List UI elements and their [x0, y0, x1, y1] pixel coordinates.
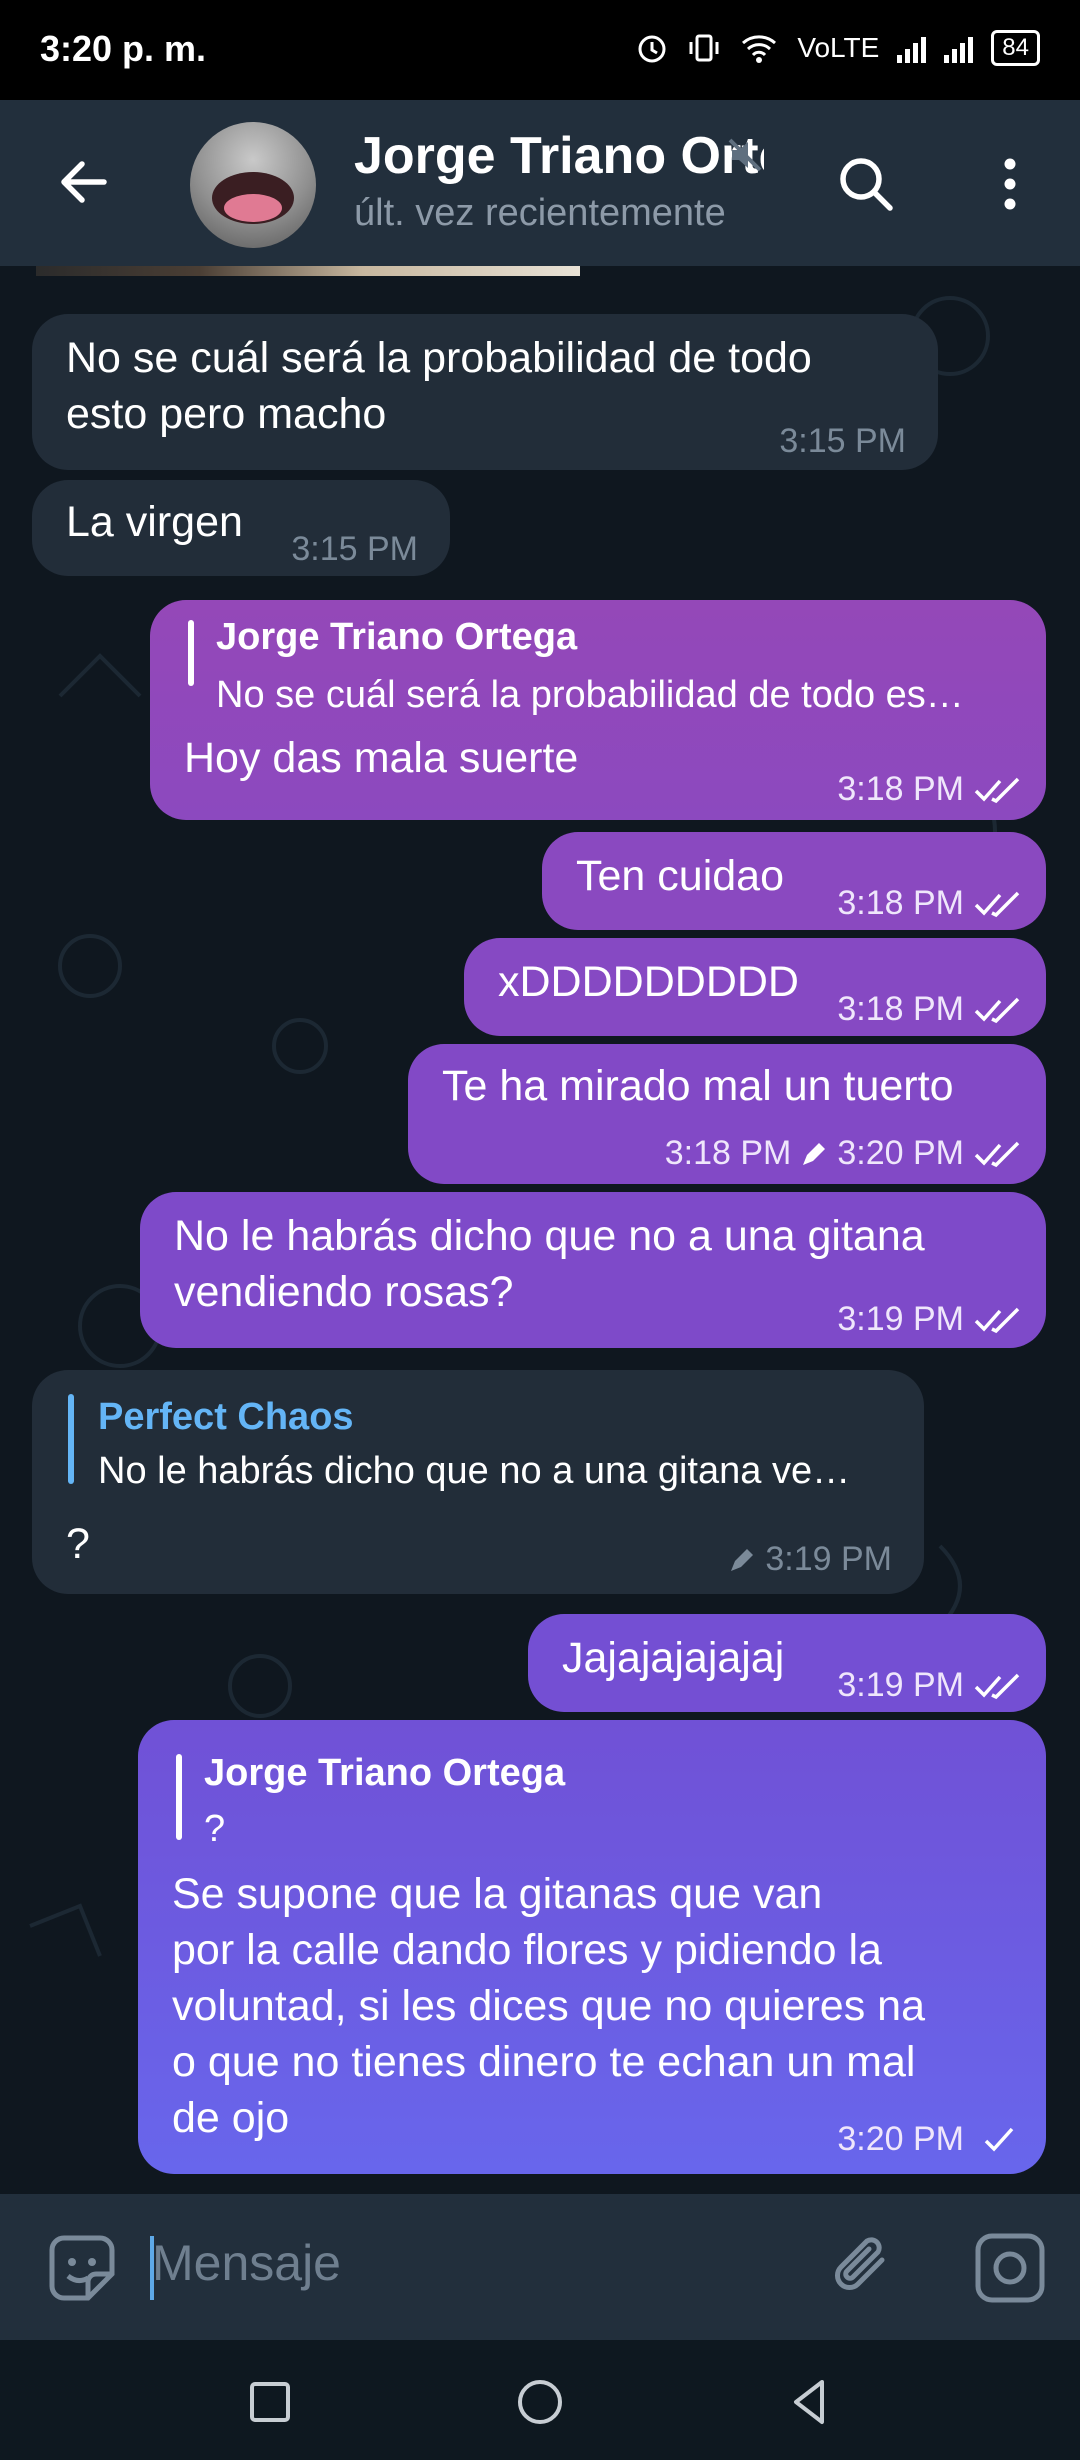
last-seen-status: últ. vez recientemente	[354, 192, 726, 234]
wifi-icon	[742, 35, 777, 63]
back-triangle-icon[interactable]	[782, 2374, 838, 2430]
muted-icon	[728, 138, 762, 172]
message-composer: Mensaje	[0, 2194, 1080, 2340]
emoji-sticker-icon[interactable]	[44, 2230, 120, 2306]
edited-pencil-icon	[803, 1142, 826, 1165]
message-bubble-outgoing[interactable]: Jorge Triano Ortega ? Se supone que la g…	[138, 1720, 1046, 2174]
message-bubble-incoming[interactable]: La virgen 3:15 PM	[32, 480, 450, 576]
message-text: de ojo	[172, 2094, 290, 2142]
message-bubble-outgoing[interactable]: Jajajajajajaj 3:19 PM	[528, 1614, 1046, 1712]
edited-pencil-icon	[731, 1548, 754, 1571]
reply-author[interactable]: Jorge Triano Ortega	[216, 616, 577, 659]
status-bar: 3:20 p. m. VoLTE 84	[0, 0, 1080, 100]
message-bubble-outgoing[interactable]: Jorge Triano Ortega No se cuál será la p…	[150, 600, 1046, 820]
network-label: VoLTE	[797, 32, 880, 63]
status-icons: VoLTE 84	[635, 30, 1040, 66]
message-time: 3:18 PM 3:20 PM	[665, 1134, 1026, 1173]
alarm-icon	[638, 35, 666, 63]
message-text: Se supone que la gitanas que van	[172, 1870, 823, 1918]
reply-preview[interactable]: ?	[204, 1808, 1004, 1851]
message-input[interactable]: Mensaje	[152, 2234, 341, 2292]
single-check-icon	[984, 2127, 1014, 2152]
reply-author[interactable]: Jorge Triano Ortega	[204, 1752, 565, 1795]
battery-indicator: 84	[991, 30, 1040, 66]
message-list[interactable]: No se cuál será la probabilidad de todo …	[0, 266, 1080, 2194]
message-bubble-outgoing[interactable]: No le habrás dicho que no a una gitana v…	[140, 1192, 1046, 1348]
message-text: Hoy das mala suerte	[184, 734, 579, 782]
message-time: 3:15 PM	[779, 422, 906, 460]
message-text: por la calle dando flores y pidiendo la	[172, 1926, 882, 1974]
message-bubble-incoming[interactable]: No se cuál será la probabilidad de todo …	[32, 314, 938, 470]
recents-square-icon[interactable]	[242, 2374, 298, 2430]
message-time: 3:19 PM	[837, 1666, 1026, 1705]
double-check-icon	[974, 997, 1020, 1023]
contact-name[interactable]: Jorge Triano Ortega	[354, 126, 764, 186]
message-text: Jajajajajajaj	[562, 1634, 785, 1682]
message-text: ?	[66, 1520, 90, 1568]
chat-header: Jorge Triano Ortega últ. vez recientemen…	[0, 100, 1080, 266]
system-navigation-bar	[0, 2340, 1080, 2460]
reply-preview[interactable]: No le habrás dicho que no a una gitana v…	[98, 1450, 898, 1493]
camera-icon[interactable]	[970, 2228, 1050, 2308]
back-arrow-icon[interactable]	[52, 150, 116, 214]
search-icon[interactable]	[834, 152, 898, 216]
message-text: Ten cuidao	[576, 852, 784, 900]
message-time: 3:19 PM	[837, 1300, 1026, 1339]
message-text: vendiendo rosas?	[174, 1268, 514, 1316]
status-time: 3:20 p. m.	[40, 28, 207, 69]
message-bubble-outgoing[interactable]: xDDDDDDDDD 3:18 PM	[464, 938, 1046, 1036]
message-time: 3:18 PM	[837, 990, 1026, 1029]
reply-quote-bar	[176, 1754, 182, 1840]
signal-icon	[897, 33, 927, 63]
signal-icon-2	[944, 33, 974, 63]
message-text: Te ha mirado mal un tuerto	[442, 1062, 954, 1110]
reply-quote-bar	[188, 620, 194, 686]
message-time: 3:18 PM	[837, 770, 1026, 809]
message-time: 3:15 PM	[291, 530, 418, 568]
message-time: 3:19 PM	[727, 1540, 892, 1579]
reply-quote-bar	[68, 1394, 74, 1484]
message-text: voluntad, si les dices que no quieres na	[172, 1982, 925, 2030]
message-text: No se cuál será la probabilidad de todo	[66, 334, 812, 382]
message-bubble-incoming[interactable]: Perfect Chaos No le habrás dicho que no …	[32, 1370, 924, 1594]
attach-icon[interactable]	[826, 2230, 902, 2306]
message-time: 3:20 PM	[837, 2120, 1026, 2159]
double-check-icon	[974, 1141, 1020, 1167]
message-text: No le habrás dicho que no a una gitana	[174, 1212, 925, 1260]
double-check-icon	[974, 1673, 1020, 1699]
double-check-icon	[974, 777, 1020, 803]
message-text: o que no tienes dinero te echan un mal	[172, 2038, 916, 2086]
double-check-icon	[974, 891, 1020, 917]
home-circle-icon[interactable]	[512, 2374, 568, 2430]
message-text: La virgen	[66, 498, 243, 546]
message-bubble-outgoing[interactable]: Te ha mirado mal un tuerto 3:18 PM 3:20 …	[408, 1044, 1046, 1184]
message-text: esto pero macho	[66, 390, 387, 438]
vibrate-icon	[689, 34, 719, 62]
message-text: xDDDDDDDDD	[498, 958, 799, 1006]
more-options-icon[interactable]	[990, 152, 1030, 216]
double-check-icon	[974, 1307, 1020, 1333]
reply-preview[interactable]: No se cuál será la probabilidad de todo …	[216, 674, 1016, 717]
message-time: 3:18 PM	[837, 884, 1026, 923]
reply-author[interactable]: Perfect Chaos	[98, 1396, 354, 1439]
message-bubble-outgoing[interactable]: Ten cuidao 3:18 PM	[542, 832, 1046, 930]
previous-photo-edge	[36, 266, 580, 276]
avatar[interactable]	[190, 122, 316, 248]
